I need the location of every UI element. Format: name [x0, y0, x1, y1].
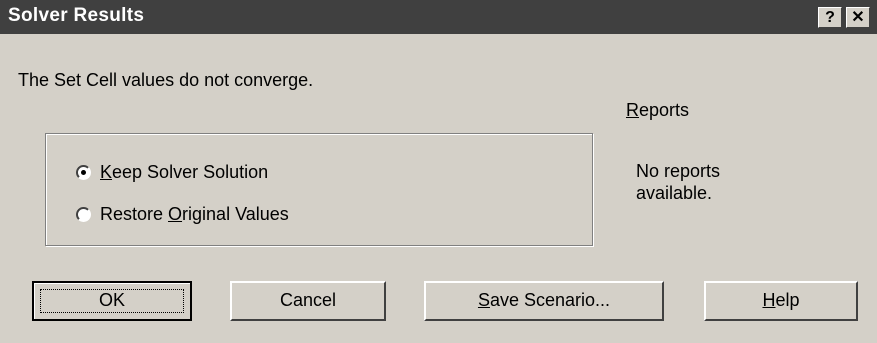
window-title: Solver Results — [8, 5, 145, 26]
radio-button-selected[interactable] — [76, 164, 91, 180]
help-question-button[interactable]: ? — [818, 7, 842, 28]
status-message: The Set Cell values do not converge. — [18, 70, 314, 90]
title-bar[interactable]: Solver Results ? ✕ — [0, 0, 877, 34]
radio-keep-solver-solution[interactable]: Keep Solver Solution — [76, 161, 268, 183]
reports-label: Reports — [626, 100, 689, 121]
save-scenario-button[interactable]: Save Scenario... — [424, 281, 664, 321]
reports-label-accel: R — [626, 100, 639, 120]
solution-options-group: Keep Solver Solution Restore Original Va… — [45, 133, 593, 246]
cancel-button[interactable]: Cancel — [230, 281, 386, 321]
radio-label-restore: Restore Original Values — [100, 203, 289, 224]
reports-list[interactable]: No reports available. — [636, 160, 796, 204]
ok-label: OK — [98, 290, 125, 310]
radio-restore-original-values[interactable]: Restore Original Values — [76, 203, 289, 225]
radio-dot-icon — [81, 169, 86, 175]
close-button[interactable]: ✕ — [846, 7, 870, 28]
radio-label-keep: Keep Solver Solution — [100, 161, 269, 182]
ok-button[interactable]: OK — [32, 281, 192, 321]
radio-button-unselected[interactable] — [76, 206, 91, 222]
reports-label-rest: eports — [639, 100, 690, 120]
solver-results-dialog: Solver Results ? ✕ The Set Cell values d… — [0, 0, 877, 343]
help-button[interactable]: Help — [704, 281, 858, 321]
